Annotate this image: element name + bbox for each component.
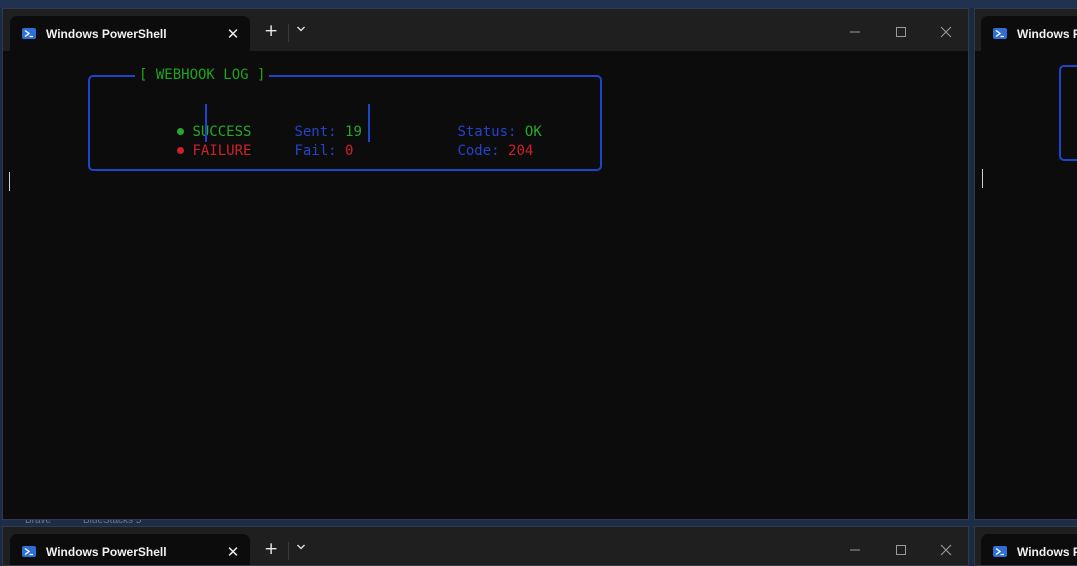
code-value: 204 <box>508 143 534 159</box>
webhook-log-panel <box>1059 65 1077 161</box>
log-title: [ WEBHOOK LOG ] <box>135 66 270 84</box>
terminal-content[interactable]: [ WEBHOOK LOG ] SUCCESS FAILURE Sent: 19… <box>3 51 968 519</box>
fail-row: Fail: 0 <box>227 124 353 178</box>
text-cursor <box>982 169 983 188</box>
tab-title: Windows PowerShell <box>46 544 167 559</box>
powershell-window-bottom-right: Windows P <box>974 526 1077 566</box>
desktop-background <box>0 0 1077 8</box>
new-tab-button[interactable]: + <box>264 541 278 558</box>
tab-title: Windows P <box>1017 26 1077 41</box>
red-dot-icon <box>177 147 185 154</box>
tab-title: Windows PowerShell <box>46 26 167 41</box>
powershell-icon <box>22 28 36 39</box>
tab-close-icon[interactable]: ✕ <box>220 21 246 47</box>
close-button[interactable] <box>940 544 952 559</box>
close-button[interactable] <box>940 26 952 41</box>
code-label: Code: <box>457 143 500 159</box>
column-divider <box>205 104 207 142</box>
powershell-window-right: Windows P <box>974 8 1077 520</box>
minimize-button[interactable] <box>849 544 861 559</box>
title-bar[interactable]: Windows PowerShell ✕ + <box>3 527 968 565</box>
maximize-button[interactable] <box>895 544 907 559</box>
text-cursor <box>9 172 10 191</box>
terminal-content[interactable] <box>975 51 1077 519</box>
tab-divider <box>288 542 289 560</box>
powershell-icon <box>993 546 1007 557</box>
title-bar[interactable]: Windows P <box>975 9 1077 51</box>
powershell-window-bottom: Windows PowerShell ✕ + <box>2 526 969 566</box>
webhook-log-panel: [ WEBHOOK LOG ] SUCCESS FAILURE Sent: 19… <box>88 66 602 171</box>
column-divider <box>368 104 370 142</box>
tab-windows-powershell[interactable]: Windows P <box>981 16 1077 51</box>
fail-label: Fail: <box>294 143 337 159</box>
tab-windows-powershell[interactable]: Windows PowerShell ✕ <box>10 16 250 51</box>
chevron-down-icon[interactable] <box>296 542 306 555</box>
minimize-button[interactable] <box>849 26 861 41</box>
tab-title: Windows P <box>1017 544 1077 559</box>
maximize-button[interactable] <box>895 26 907 41</box>
new-tab-button[interactable]: + <box>264 23 278 40</box>
fail-value: 0 <box>345 143 354 159</box>
title-bar[interactable]: Windows PowerShell ✕ + <box>3 9 968 51</box>
tab-windows-powershell[interactable]: Windows P <box>981 534 1077 565</box>
tab-windows-powershell[interactable]: Windows PowerShell ✕ <box>10 534 250 565</box>
chevron-down-icon[interactable] <box>296 24 306 37</box>
powershell-window-main: Windows PowerShell ✕ + [ WEBHOOK LOG ] S… <box>2 8 969 520</box>
powershell-icon <box>993 28 1007 39</box>
code-row: Code: 204 <box>390 124 533 178</box>
tab-close-icon[interactable]: ✕ <box>220 539 246 565</box>
title-bar[interactable]: Windows P <box>975 527 1077 565</box>
tab-divider <box>288 24 289 42</box>
powershell-icon <box>22 546 36 557</box>
